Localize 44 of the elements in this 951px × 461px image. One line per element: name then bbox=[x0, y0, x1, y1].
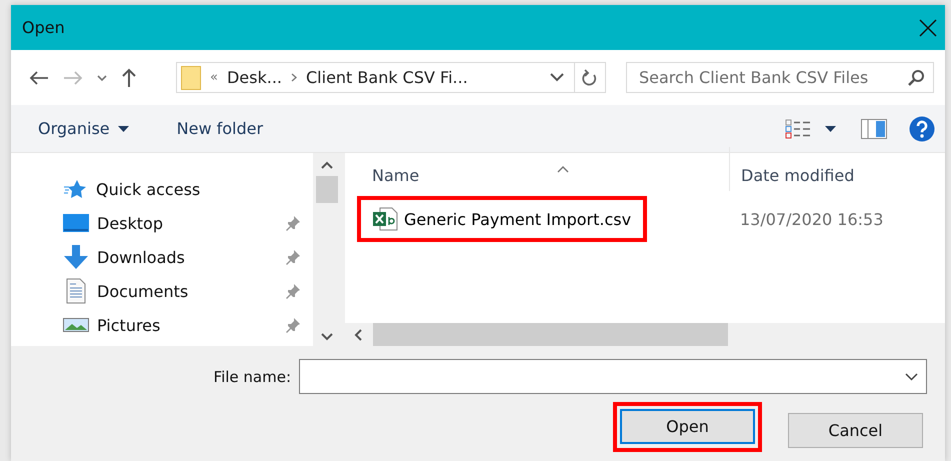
column-header[interactable]: Name bbox=[372, 166, 420, 185]
scrollbar-thumb[interactable] bbox=[316, 176, 338, 203]
picture-icon bbox=[62, 318, 88, 332]
sort-ascending-icon bbox=[557, 166, 569, 173]
date-modified: 13/07/2020 16:53 bbox=[739, 210, 884, 228]
search-icon[interactable] bbox=[907, 69, 925, 87]
help-icon[interactable] bbox=[909, 116, 935, 142]
overflow-chevrons[interactable]: « bbox=[210, 70, 218, 85]
field-label: File name: bbox=[214, 368, 291, 386]
breadcrumb-separator-icon[interactable] bbox=[291, 73, 297, 82]
chevron-down-icon[interactable] bbox=[97, 74, 107, 82]
chevron-down-icon[interactable] bbox=[550, 73, 564, 82]
scrollbar-thumb[interactable] bbox=[373, 323, 728, 346]
toolbar-button[interactable]: Organise bbox=[27, 115, 140, 142]
star-icon bbox=[62, 179, 86, 199]
refresh-icon[interactable] bbox=[582, 68, 598, 86]
dialog-button[interactable]: Cancel bbox=[788, 413, 923, 448]
column-header[interactable]: Date modified bbox=[741, 166, 854, 185]
close-icon[interactable] bbox=[919, 18, 937, 36]
nav-item[interactable]: Quick access bbox=[96, 180, 301, 198]
folder-icon bbox=[181, 66, 201, 90]
nav-item[interactable]: Pictures bbox=[97, 316, 285, 334]
document-icon bbox=[66, 278, 86, 304]
view-options-icon[interactable] bbox=[785, 118, 839, 138]
back-arrow-icon[interactable] bbox=[29, 70, 49, 86]
window-title: Open bbox=[22, 18, 66, 37]
search-field[interactable]: Search Client Bank CSV Files bbox=[626, 62, 934, 93]
dialog-button[interactable]: Open bbox=[620, 409, 755, 444]
breadcrumb-item[interactable]: Desk... bbox=[226, 68, 282, 87]
spreadsheet-file-icon bbox=[372, 207, 398, 231]
chevron-down-icon[interactable] bbox=[905, 372, 918, 380]
preview-pane-icon[interactable] bbox=[861, 118, 887, 138]
nav-item[interactable]: Desktop bbox=[97, 214, 285, 232]
monitor-icon bbox=[62, 213, 88, 233]
caret-icon bbox=[118, 126, 129, 132]
nav-item[interactable]: Documents bbox=[97, 282, 285, 300]
file-name[interactable]: Generic Payment Import.csv bbox=[404, 210, 632, 228]
nav-item[interactable]: Downloads bbox=[97, 248, 285, 266]
breadcrumb-item[interactable]: Client Bank CSV Fi... bbox=[306, 68, 468, 87]
up-arrow-icon[interactable] bbox=[121, 68, 137, 88]
address-bar[interactable]: « Desk... Client Bank CSV Fi... bbox=[176, 62, 606, 93]
toolbar-button[interactable]: New folder bbox=[166, 115, 274, 142]
file-name-field[interactable] bbox=[299, 359, 927, 394]
down-arrow-icon bbox=[62, 244, 88, 270]
